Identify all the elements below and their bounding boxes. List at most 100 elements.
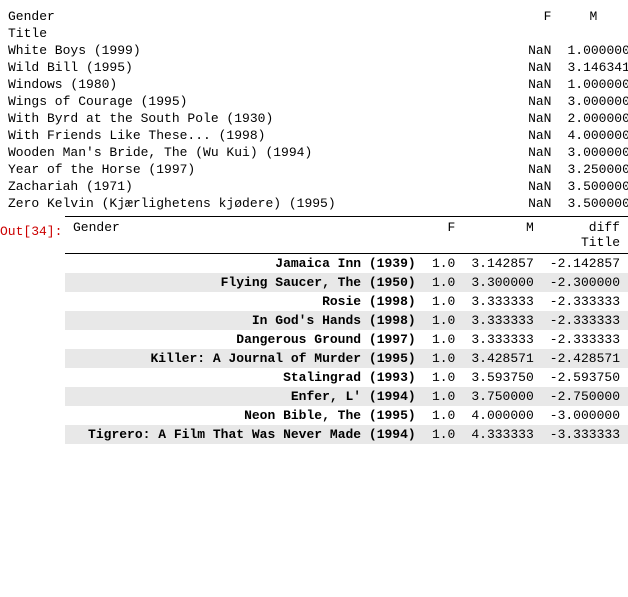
top-row-title: Zero Kelvin (Kjærlighetens kjødere) (199… [0, 195, 344, 212]
top-row-M: 3.000000 [559, 93, 628, 110]
bottom-row-title: In God's Hands (1998) [65, 311, 424, 330]
bottom-row-diff: -2.333333 [542, 330, 628, 349]
bottom-row-M: 4.333333 [463, 425, 541, 444]
bottom-row-F: 1.0 [424, 425, 464, 444]
bottom-row-title: Enfer, L' (1994) [65, 387, 424, 406]
bottom-row-F: 1.0 [424, 273, 464, 292]
top-row-M: 3.500000 [559, 178, 628, 195]
bottom-row-M: 3.333333 [463, 311, 541, 330]
bottom-row-diff: -2.333333 [542, 311, 628, 330]
bottom-row-title: Stalingrad (1993) [65, 368, 424, 387]
table-row: Dangerous Ground (1997)1.03.333333-2.333… [65, 330, 628, 349]
top-row-title: With Byrd at the South Pole (1930) [0, 110, 344, 127]
bottom-row-F: 1.0 [424, 311, 464, 330]
bottom-row-title: Tigrero: A Film That Was Never Made (199… [65, 425, 424, 444]
top-table-row: Wooden Man's Bride, The (Wu Kui) (1994)N… [0, 144, 628, 161]
bottom-title-header: Title [65, 235, 628, 254]
top-table-row: With Byrd at the South Pole (1930)NaN2.0… [0, 110, 628, 127]
top-row-M: 1.000000 [559, 42, 628, 59]
bottom-row-F: 1.0 [424, 387, 464, 406]
bottom-row-M: 3.333333 [463, 330, 541, 349]
bottom-row-F: 1.0 [424, 254, 464, 274]
bottom-row-title: Flying Saucer, The (1950) [65, 273, 424, 292]
bottom-table-body: Jamaica Inn (1939)1.03.142857-2.142857Fl… [65, 254, 628, 445]
bottom-table-wrap: Gender F M diff Title Jamaica Inn (1939)… [65, 216, 628, 444]
top-col-M: M [559, 8, 628, 25]
top-row-title: Year of the Horse (1997) [0, 161, 344, 178]
bottom-row-diff: -3.000000 [542, 406, 628, 425]
top-title-label: Title [0, 25, 628, 42]
bottom-row-title: Neon Bible, The (1995) [65, 406, 424, 425]
top-table-row: Wild Bill (1995)NaN3.146341NaN [0, 59, 628, 76]
bottom-row-diff: -2.142857 [542, 254, 628, 274]
table-row: Rosie (1998)1.03.333333-2.333333 [65, 292, 628, 311]
top-row-F: NaN [344, 178, 560, 195]
top-row-title: Wooden Man's Bride, The (Wu Kui) (1994) [0, 144, 344, 161]
top-row-title: Windows (1980) [0, 76, 344, 93]
top-table-row: Year of the Horse (1997)NaN3.250000NaN [0, 161, 628, 178]
top-table-row: Wings of Courage (1995)NaN3.000000NaN [0, 93, 628, 110]
top-section: Gender F M diff Title White Boys (1999)N… [0, 0, 628, 216]
top-row-title: Wings of Courage (1995) [0, 93, 344, 110]
bottom-row-F: 1.0 [424, 330, 464, 349]
top-row-F: NaN [344, 195, 560, 212]
table-row: Neon Bible, The (1995)1.04.000000-3.0000… [65, 406, 628, 425]
bottom-col-gender: Gender [65, 217, 424, 236]
top-row-F: NaN [344, 144, 560, 161]
table-row: Jamaica Inn (1939)1.03.142857-2.142857 [65, 254, 628, 274]
top-row-M: 3.000000 [559, 144, 628, 161]
bottom-row-F: 1.0 [424, 349, 464, 368]
top-row-F: NaN [344, 93, 560, 110]
bottom-row-F: 1.0 [424, 292, 464, 311]
top-row-M: 2.000000 [559, 110, 628, 127]
top-header-row: Gender F M diff [0, 8, 628, 25]
bottom-row-title: Rosie (1998) [65, 292, 424, 311]
bottom-section: Out[34]: Gender F M diff Title Jamaica I… [0, 216, 628, 444]
top-table-row: Zachariah (1971)NaN3.500000NaN [0, 178, 628, 195]
bottom-row-M: 3.142857 [463, 254, 541, 274]
top-row-M: 1.000000 [559, 76, 628, 93]
top-table: Gender F M diff Title White Boys (1999)N… [0, 8, 628, 212]
top-row-M: 3.146341 [559, 59, 628, 76]
top-row-M: 4.000000 [559, 127, 628, 144]
table-row: Tigrero: A Film That Was Never Made (199… [65, 425, 628, 444]
bottom-row-M: 3.428571 [463, 349, 541, 368]
bottom-row-diff: -2.333333 [542, 292, 628, 311]
bottom-row-M: 3.750000 [463, 387, 541, 406]
bottom-row-F: 1.0 [424, 368, 464, 387]
bottom-row-M: 3.593750 [463, 368, 541, 387]
top-row-M: 3.250000 [559, 161, 628, 178]
bottom-row-M: 4.000000 [463, 406, 541, 425]
top-row-title: Wild Bill (1995) [0, 59, 344, 76]
table-row: Killer: A Journal of Murder (1995)1.03.4… [65, 349, 628, 368]
out-label: Out[34]: [0, 216, 65, 245]
bottom-row-diff: -2.593750 [542, 368, 628, 387]
top-table-body: White Boys (1999)NaN1.000000NaNWild Bill… [0, 42, 628, 212]
bottom-row-diff: -3.333333 [542, 425, 628, 444]
top-table-row: White Boys (1999)NaN1.000000NaN [0, 42, 628, 59]
bottom-table: Gender F M diff Title Jamaica Inn (1939)… [65, 216, 628, 444]
top-col-F: F [344, 8, 560, 25]
top-row-title: Zachariah (1971) [0, 178, 344, 195]
bottom-title-label: Title [65, 235, 628, 254]
top-row-F: NaN [344, 161, 560, 178]
top-row-F: NaN [344, 110, 560, 127]
top-row-F: NaN [344, 42, 560, 59]
table-row: Enfer, L' (1994)1.03.750000-2.750000 [65, 387, 628, 406]
top-title-row: Title [0, 25, 628, 42]
bottom-row-title: Dangerous Ground (1997) [65, 330, 424, 349]
bottom-row-diff: -2.428571 [542, 349, 628, 368]
top-table-row: With Friends Like These... (1998)NaN4.00… [0, 127, 628, 144]
top-row-F: NaN [344, 76, 560, 93]
bottom-row-M: 3.333333 [463, 292, 541, 311]
bottom-row-title: Killer: A Journal of Murder (1995) [65, 349, 424, 368]
bottom-col-diff: diff [542, 217, 628, 236]
bottom-col-M: M [463, 217, 541, 236]
table-row: Flying Saucer, The (1950)1.03.300000-2.3… [65, 273, 628, 292]
top-table-row: Zero Kelvin (Kjærlighetens kjødere) (199… [0, 195, 628, 212]
bottom-row-diff: -2.750000 [542, 387, 628, 406]
top-row-M: 3.500000 [559, 195, 628, 212]
bottom-col-F: F [424, 217, 464, 236]
table-row: Stalingrad (1993)1.03.593750-2.593750 [65, 368, 628, 387]
top-row-F: NaN [344, 59, 560, 76]
